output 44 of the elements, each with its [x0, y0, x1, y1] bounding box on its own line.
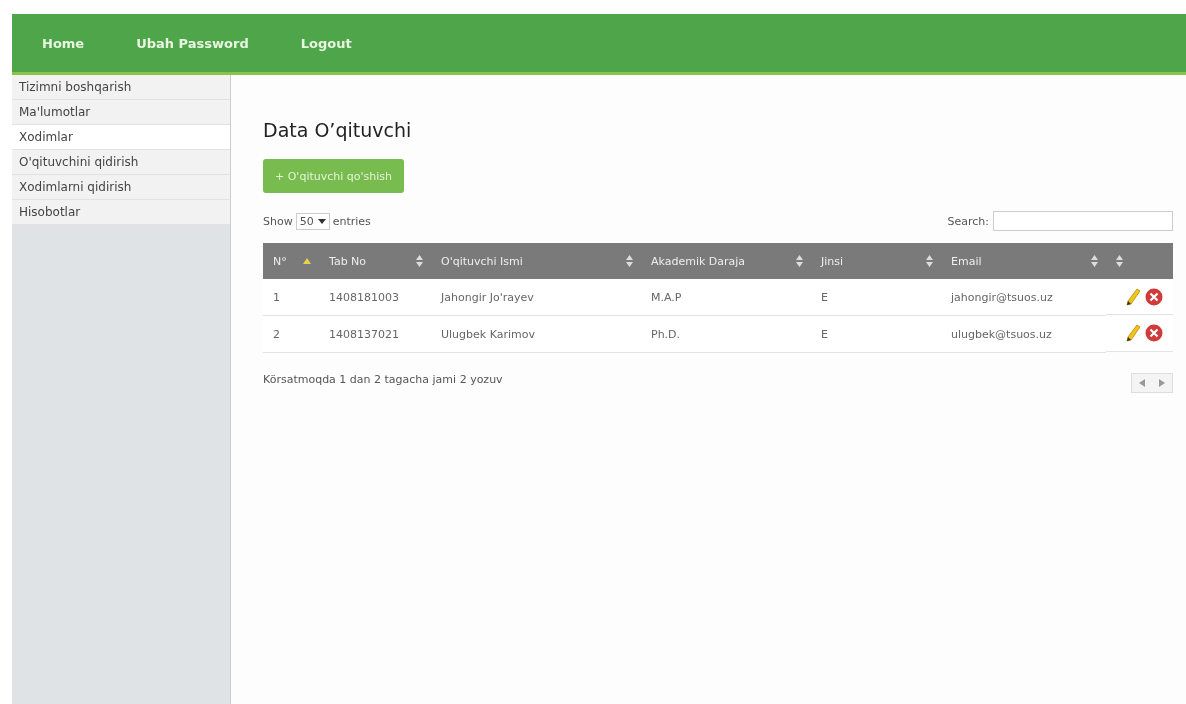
delete-icon[interactable]	[1145, 287, 1163, 306]
column-header[interactable]: Email	[941, 243, 1106, 279]
sidebar-item[interactable]: Tizimni boshqarish	[12, 75, 230, 100]
table-cell: ulugbek@tsuos.uz	[941, 315, 1106, 353]
sidebar-item[interactable]: Ma'lumotlar	[12, 100, 230, 125]
delete-icon[interactable]	[1145, 324, 1163, 342]
page-title: Data O’qituvchi	[263, 119, 413, 141]
column-header[interactable]: Jinsi	[811, 243, 941, 279]
table-cell: Ph.D.	[641, 315, 811, 353]
column-header[interactable]: Akademik Daraja	[641, 243, 811, 279]
caret-icon	[317, 218, 326, 224]
table-cell: E	[811, 279, 941, 316]
entries-select[interactable]: 50	[295, 212, 330, 230]
right-arrow-icon	[1159, 379, 1165, 387]
add-button[interactable]: + O'qituvchi qo'shish	[263, 159, 404, 193]
sidebar-item[interactable]: O'qituvchini qidirish	[12, 150, 230, 175]
entries-label: entries	[332, 214, 371, 228]
pencil-icon[interactable]	[1125, 324, 1141, 342]
pencil-icon[interactable]	[1125, 287, 1141, 306]
table-cell: 1408137021	[319, 315, 431, 353]
column-header[interactable]: N°	[263, 243, 319, 279]
table-info: Körsatmoqda 1 dan 2 tagacha jami 2 yozuv	[263, 372, 503, 386]
previous-page-button[interactable]	[1132, 374, 1152, 392]
table-cell: 1	[263, 279, 319, 316]
table-cell: E	[811, 315, 941, 353]
search-field[interactable]	[993, 211, 1173, 231]
next-page-button[interactable]	[1152, 374, 1172, 392]
table-cell: Jahongir Jo'rayev	[431, 279, 641, 316]
nav-link[interactable]: Logout	[300, 35, 352, 51]
show-label: Show	[263, 214, 293, 228]
table-cell: M.A.P	[641, 279, 811, 316]
nav-link[interactable]: Ubah Password	[136, 35, 249, 51]
left-arrow-icon	[1139, 379, 1145, 387]
sidebar-item[interactable]: Xodimlar	[12, 125, 230, 150]
column-header[interactable]: O'qituvchi Ismi	[431, 243, 641, 279]
table-cell: 1408181003	[319, 279, 431, 316]
table-cell: jahongir@tsuos.uz	[941, 279, 1106, 316]
search-label: Search:	[947, 214, 989, 228]
table-cell: Ulugbek Karimov	[431, 315, 641, 353]
sidebar-item[interactable]: Hisobotlar	[12, 200, 230, 225]
table-cell: 2	[263, 315, 319, 353]
sidebar-item[interactable]: Xodimlarni qidirish	[12, 175, 230, 200]
column-header[interactable]: Tab No	[319, 243, 431, 279]
nav-link[interactable]: Home	[42, 35, 85, 51]
